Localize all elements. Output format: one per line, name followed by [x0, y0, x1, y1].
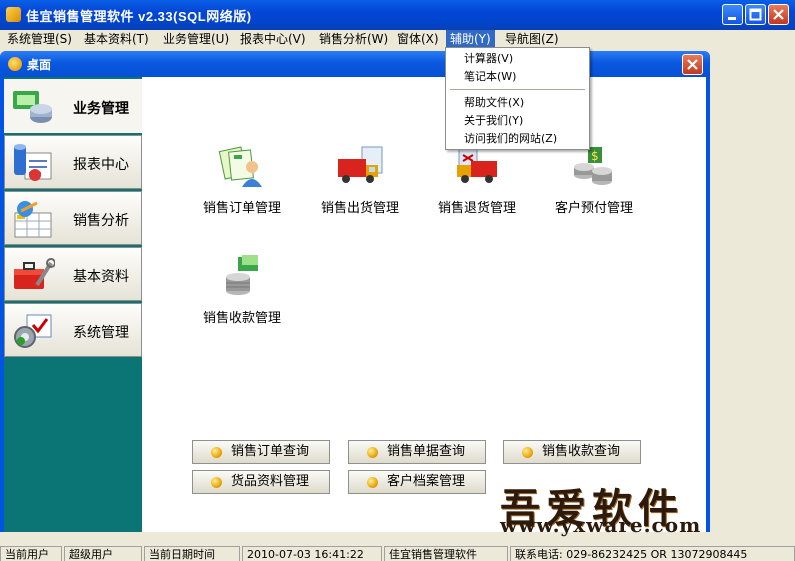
status-user-label: 当前用户: [0, 546, 62, 561]
feature-sales-delivery-label: 销售出货管理: [320, 201, 399, 216]
status-date-value: 2010-07-03 16:41:22: [242, 546, 382, 561]
desktop-body: 业务管理 报表中心 销售分析 基本资料 系统管理 销售订单管理 销售出货管理 销…: [4, 77, 706, 532]
nav-sales-analysis[interactable]: 销售分析: [4, 191, 142, 245]
prepayment-coins-icon: $: [574, 147, 612, 185]
menu-item-about[interactable]: 关于我们(Y): [464, 113, 523, 129]
desktop-title-bar[interactable]: 桌面: [0, 51, 710, 77]
status-contact: 联系电话: 029-86232425 OR 13072908445: [510, 546, 795, 561]
nav-business[interactable]: 业务管理: [4, 79, 142, 133]
orb-icon: [211, 477, 222, 488]
menu-help[interactable]: 辅助(Y): [446, 30, 495, 48]
sales-receipt-query-button[interactable]: 销售收款查询: [503, 440, 641, 464]
menu-reports[interactable]: 报表中心(V): [236, 30, 310, 48]
left-navigation: 业务管理 报表中心 销售分析 基本资料 系统管理: [4, 77, 142, 532]
sales-document-query-button[interactable]: 销售单据查询: [348, 440, 486, 464]
app-icon: [6, 7, 21, 22]
desktop-window: 桌面 业务管理 报表中心 销售分析 基本资料 系统管理 销售订单管理 销售出货管…: [0, 51, 710, 532]
minimize-button[interactable]: [722, 4, 743, 25]
nav-basic-data[interactable]: 基本资料: [4, 247, 142, 301]
status-user-value: 超级用户: [64, 546, 142, 561]
menu-item-calculator[interactable]: 计算器(V): [464, 51, 513, 67]
menu-sales-analysis[interactable]: 销售分析(W): [315, 30, 392, 48]
feature-sales-return-label: 销售退货管理: [437, 201, 516, 216]
menu-basic-data[interactable]: 基本资料(T): [80, 30, 153, 48]
menu-item-website[interactable]: 访问我们的网站(Z): [464, 131, 557, 147]
status-date-label: 当前日期时间: [144, 546, 240, 561]
app-title: 佳宜销售管理软件 v2.33(SQL网络版): [26, 9, 252, 24]
feature-sales-receipt[interactable]: 销售收款管理: [187, 255, 297, 326]
feature-sales-receipt-label: 销售收款管理: [202, 311, 281, 326]
close-button[interactable]: [768, 4, 789, 25]
feature-sales-return[interactable]: 销售退货管理: [422, 145, 532, 216]
return-truck-icon: [457, 146, 497, 183]
product-data-button[interactable]: 货品资料管理: [192, 470, 330, 494]
feature-customer-prepayment-label: 客户预付管理: [554, 201, 633, 216]
orb-icon: [367, 477, 378, 488]
menu-business[interactable]: 业务管理(U): [159, 30, 233, 48]
status-bar: 当前用户 超级用户 当前日期时间 2010-07-03 16:41:22 佳宜销…: [0, 545, 795, 561]
settings-icon: [14, 314, 52, 348]
feature-sales-order[interactable]: 销售订单管理: [187, 145, 297, 216]
menu-navigator[interactable]: 导航图(Z): [501, 30, 563, 48]
mdi-background: [710, 48, 795, 544]
menu-item-notepad[interactable]: 笔记本(W): [464, 69, 516, 85]
menu-separator: [450, 89, 585, 90]
watermark-url: www.yxware.com: [500, 513, 702, 537]
customer-records-button[interactable]: 客户档案管理: [348, 470, 486, 494]
business-icon: [13, 91, 52, 123]
desktop-title: 桌面: [27, 58, 52, 72]
status-app-name: 佳宜销售管理软件: [384, 546, 508, 561]
desktop-close-button[interactable]: [682, 54, 703, 75]
orb-icon: [367, 447, 378, 458]
delivery-truck-icon: [338, 146, 383, 183]
help-dropdown-menu: 计算器(V) 笔记本(W) 帮助文件(X) 关于我们(Y) 访问我们的网站(Z): [445, 47, 590, 150]
app-title-bar[interactable]: 佳宜销售管理软件 v2.33(SQL网络版): [0, 0, 795, 30]
feature-sales-delivery[interactable]: 销售出货管理: [305, 145, 415, 216]
svg-text:$: $: [591, 149, 599, 163]
orb-icon: [211, 447, 222, 458]
nav-reports[interactable]: 报表中心: [4, 135, 142, 189]
analysis-icon: [14, 201, 52, 238]
desktop-icon: [8, 57, 22, 71]
menu-window[interactable]: 窗体(X): [393, 30, 443, 48]
sales-order-query-button[interactable]: 销售订单查询: [192, 440, 330, 464]
report-icon: [14, 144, 52, 181]
toolbox-icon: [14, 258, 55, 289]
nav-business-label: 业务管理: [73, 101, 129, 117]
receipt-coins-icon: [226, 255, 258, 295]
orb-icon: [522, 447, 533, 458]
feature-sales-order-label: 销售订单管理: [202, 201, 281, 216]
nav-basic-data-label: 基本资料: [73, 269, 129, 285]
nav-system-label: 系统管理: [73, 325, 129, 341]
sales-order-icon: [218, 146, 262, 187]
menu-item-help-file[interactable]: 帮助文件(X): [464, 95, 524, 111]
menu-bar: 系统管理(S) 基本资料(T) 业务管理(U) 报表中心(V) 销售分析(W) …: [0, 30, 795, 48]
menu-system[interactable]: 系统管理(S): [3, 30, 76, 48]
nav-system[interactable]: 系统管理: [4, 303, 142, 357]
nav-sales-analysis-label: 销售分析: [73, 213, 129, 229]
feature-customer-prepayment[interactable]: $ 客户预付管理: [539, 145, 649, 216]
nav-reports-label: 报表中心: [73, 157, 129, 173]
maximize-button[interactable]: [745, 4, 766, 25]
